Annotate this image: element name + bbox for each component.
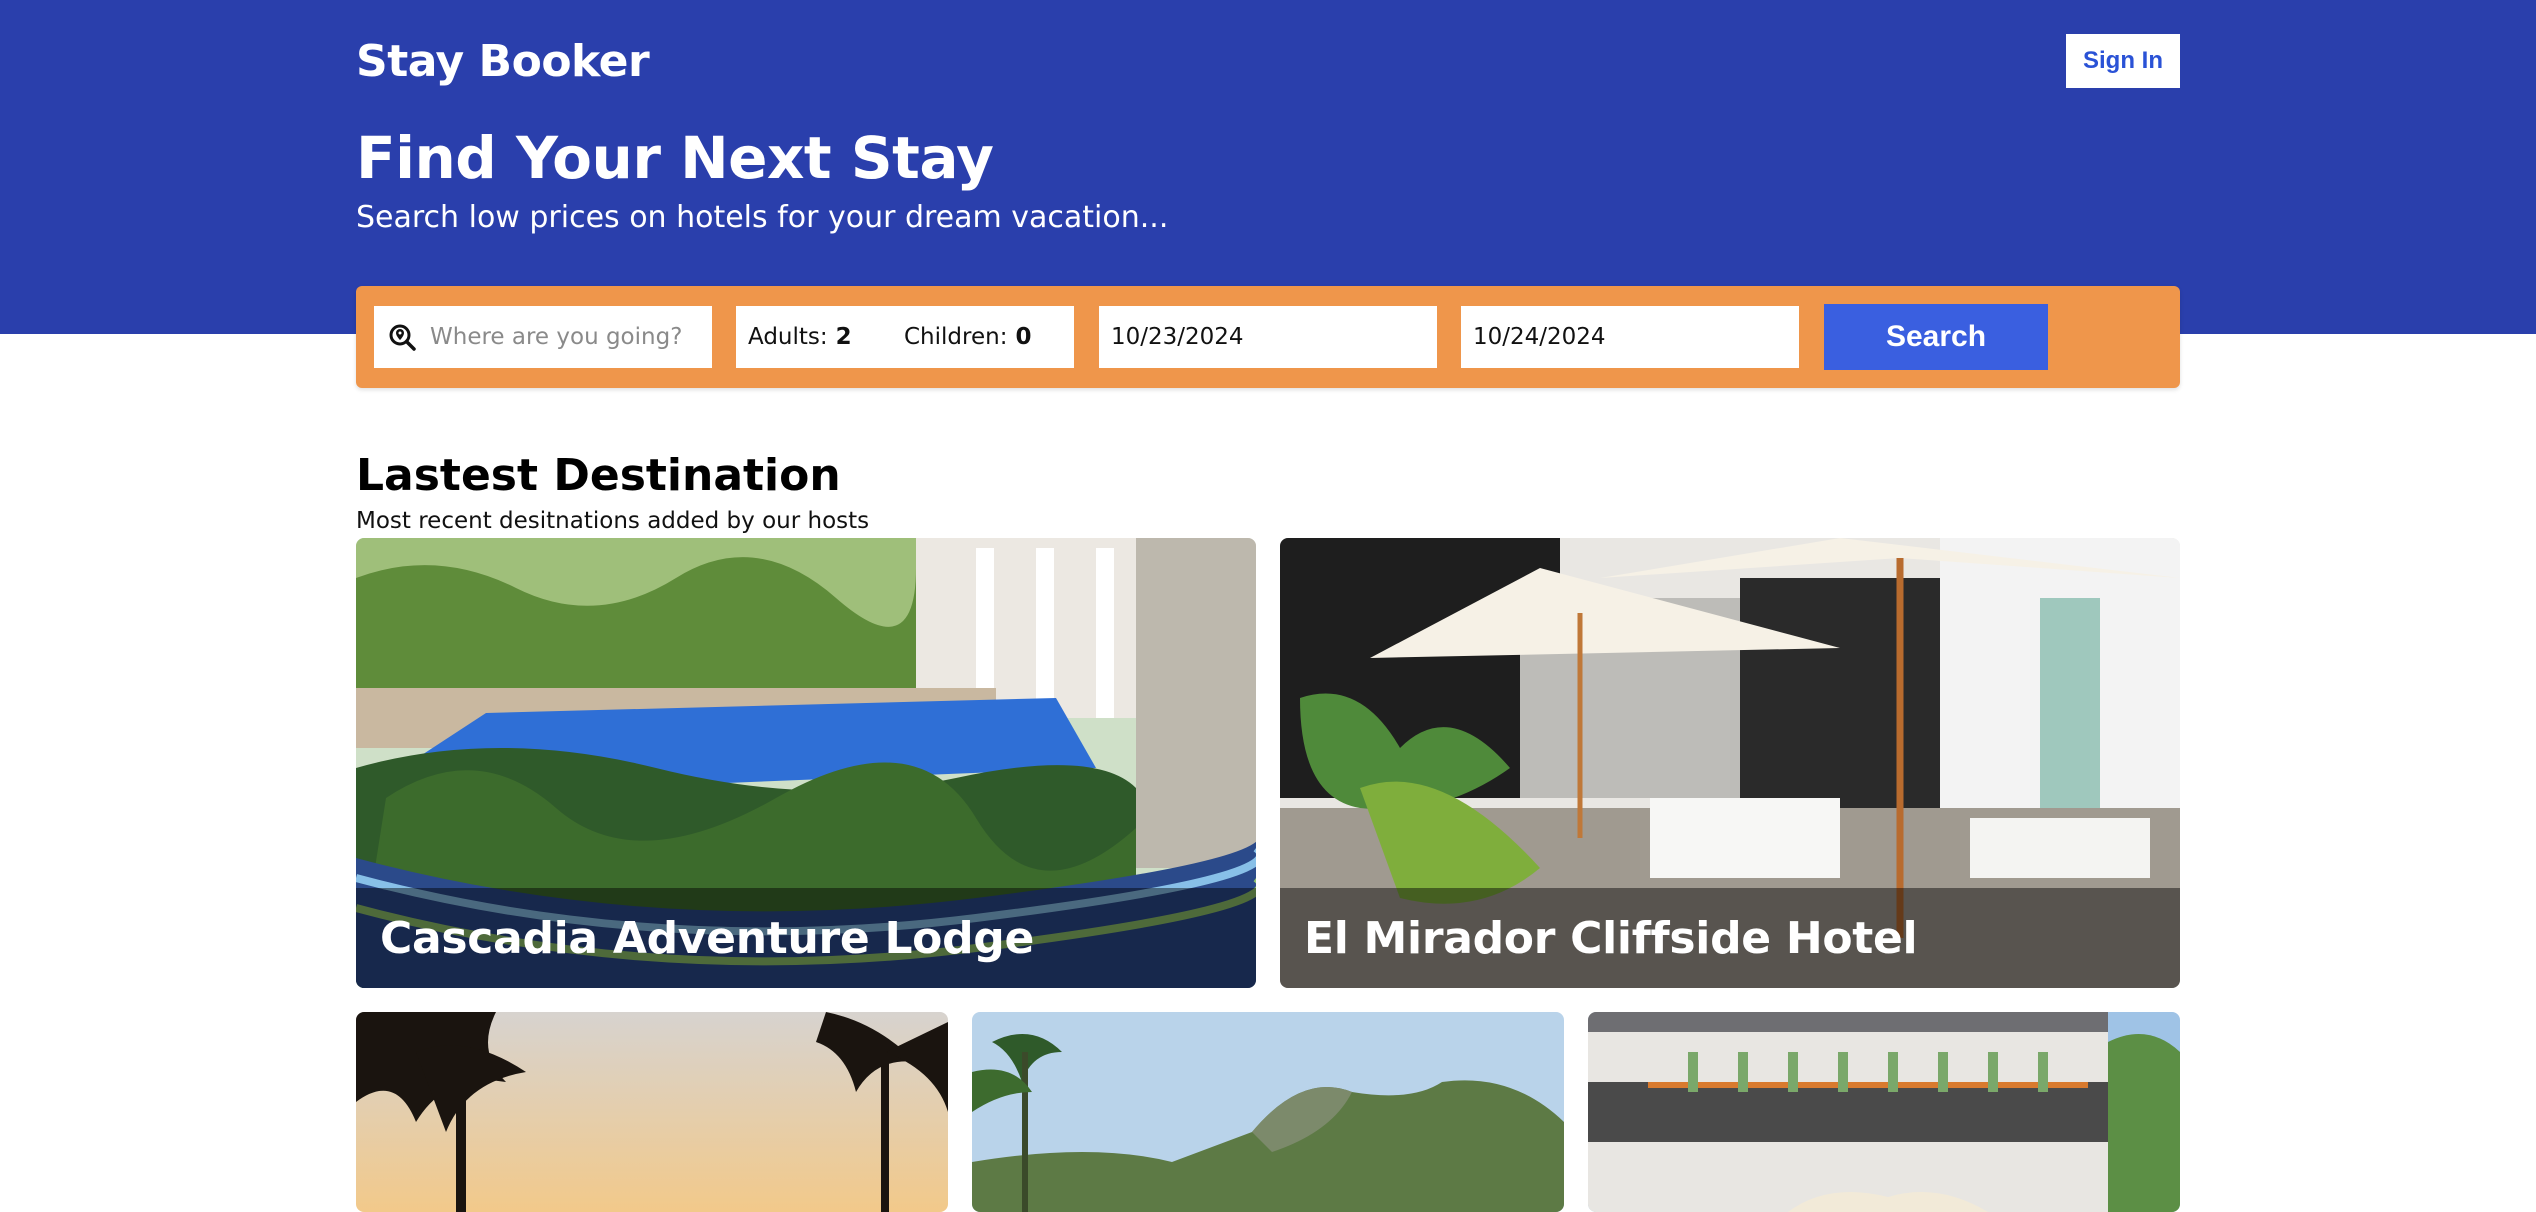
adults-label: Adults: [748, 324, 828, 350]
sign-in-button[interactable]: Sign In [2066, 34, 2180, 88]
destination-image [1588, 1012, 2180, 1212]
destination-image [356, 1012, 948, 1212]
destination-field[interactable] [374, 306, 712, 368]
check-out-date-input[interactable]: 10/24/2024 [1461, 306, 1799, 368]
page-subtitle: Search low prices on hotels for your dre… [356, 200, 1169, 235]
destination-name: El Mirador Cliffside Hotel [1280, 888, 2180, 988]
destination-card[interactable] [1588, 1012, 2180, 1212]
check-in-date-input[interactable]: 10/23/2024 [1099, 306, 1437, 368]
destination-name: Cascadia Adventure Lodge [356, 888, 1256, 988]
adults-counter[interactable]: Adults: 2 [748, 324, 904, 350]
destination-card[interactable] [972, 1012, 1564, 1212]
destination-card[interactable]: Cascadia Adventure Lodge [356, 538, 1256, 988]
page-title: Find Your Next Stay [356, 124, 994, 192]
children-value[interactable]: 0 [1015, 324, 1031, 350]
location-search-icon [389, 324, 416, 351]
section-title: Lastest Destination [356, 450, 841, 501]
section-subtitle: Most recent desitnations added by our ho… [356, 508, 870, 534]
guests-field[interactable]: Adults: 2 Children: 0 [736, 306, 1074, 368]
adults-value[interactable]: 2 [836, 324, 852, 350]
destination-image [972, 1012, 1564, 1212]
destination-input[interactable] [430, 324, 700, 350]
children-counter[interactable]: Children: 0 [904, 324, 1031, 350]
brand-logo[interactable]: Stay Booker [356, 36, 650, 87]
children-label: Children: [904, 324, 1008, 350]
search-bar: Adults: 2 Children: 0 10/23/2024 10/24/2… [356, 286, 2180, 388]
search-button[interactable]: Search [1824, 304, 2048, 370]
destination-card[interactable]: El Mirador Cliffside Hotel [1280, 538, 2180, 988]
destination-card[interactable] [356, 1012, 948, 1212]
